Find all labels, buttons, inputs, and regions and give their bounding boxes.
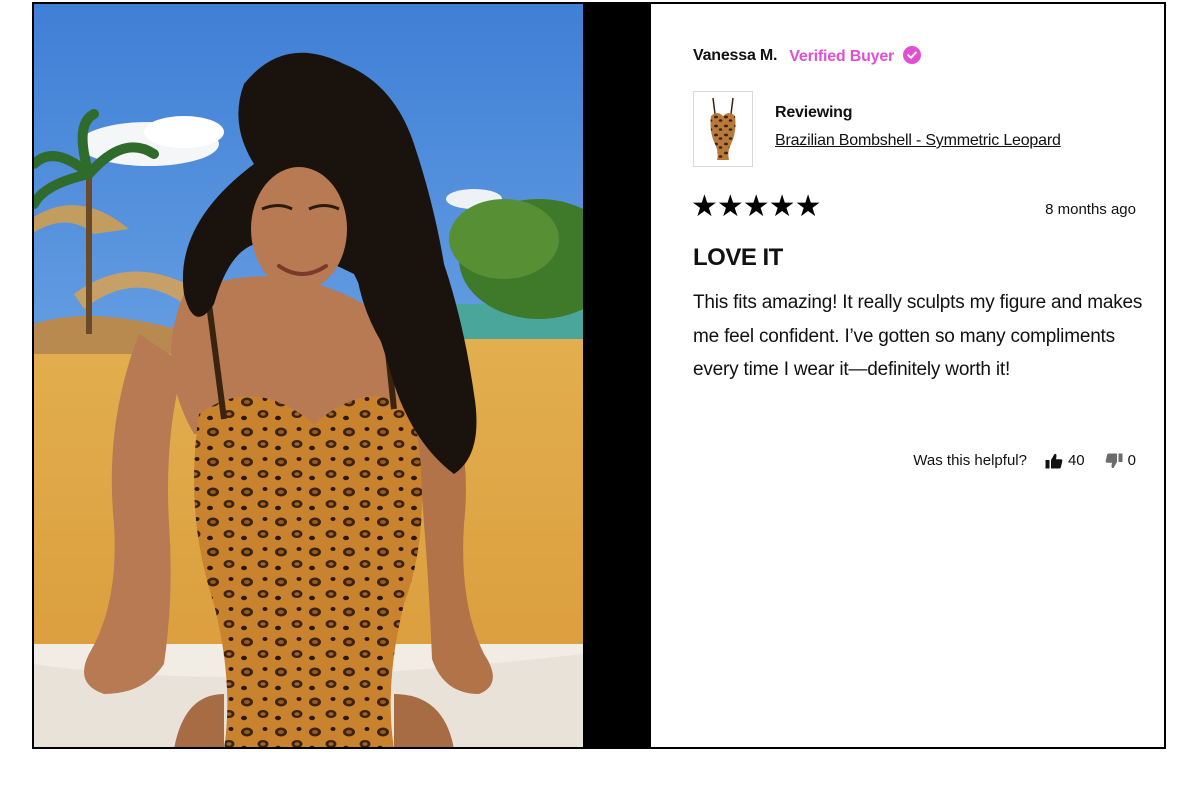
thumbs-down-icon: [1105, 453, 1123, 468]
verified-buyer-badge: Verified Buyer: [789, 46, 922, 66]
thumbs-up-icon: [1045, 453, 1063, 468]
product-link[interactable]: Brazilian Bombshell - Symmetric Leopard: [775, 132, 1061, 150]
thumbs-down-button[interactable]: 0: [1105, 452, 1136, 469]
review-photo-pane: [34, 4, 651, 747]
reviewer-name: Vanessa M.: [693, 47, 778, 64]
review-title: LOVE IT: [693, 244, 783, 271]
beach-photo-illustration: [34, 4, 583, 747]
thumbs-down-count: 0: [1127, 452, 1136, 469]
review-photo[interactable]: [34, 4, 583, 747]
reviewing-label: Reviewing: [775, 104, 853, 121]
review-body: This fits amazing! It really sculpts my …: [693, 292, 1143, 380]
review-panel: Vanessa M. Verified Buyer Reviewing Braz…: [651, 4, 1164, 747]
reviewed-product: Reviewing Brazilian Bombshell - Symmetri…: [693, 91, 1061, 167]
reviewer-row: Vanessa M. Verified Buyer: [693, 44, 922, 68]
verified-check-icon: [903, 46, 922, 64]
helpful-question: Was this helpful?: [913, 452, 1027, 469]
review-modal: Vanessa M. Verified Buyer Reviewing Braz…: [32, 2, 1166, 749]
product-info: Reviewing Brazilian Bombshell - Symmetri…: [775, 91, 1061, 167]
thumbs-up-button[interactable]: 40: [1045, 452, 1085, 469]
product-thumbnail[interactable]: [693, 91, 753, 167]
review-date: 8 months ago: [1045, 201, 1136, 218]
star-rating: ★★★★★: [691, 190, 821, 223]
thumbs-up-count: 40: [1067, 452, 1085, 469]
swimsuit-thumbnail-image: [710, 97, 736, 160]
verified-buyer-label: Verified Buyer: [789, 48, 895, 65]
helpful-votes: Was this helpful? 40 0: [913, 452, 1136, 469]
